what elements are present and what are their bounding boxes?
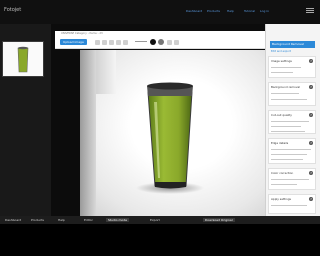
nav-login[interactable]: Log in — [260, 9, 269, 13]
option-row[interactable] — [271, 205, 307, 206]
undo-icon[interactable] — [167, 40, 172, 45]
option-row[interactable] — [271, 154, 307, 155]
cup-illustration — [136, 82, 204, 194]
zoom-icon[interactable] — [95, 40, 100, 45]
nav-dashboard[interactable]: Dashboard — [186, 9, 202, 13]
download-original-button[interactable]: Download Original — [203, 218, 235, 222]
bottom-tab-products[interactable]: Products — [31, 218, 44, 222]
option-row[interactable] — [271, 67, 301, 68]
thumbnail-cup-icon — [17, 46, 29, 73]
section-image-settings: Image settings ? — [268, 56, 316, 78]
upload-button[interactable]: Upload image — [60, 39, 87, 45]
footer-area — [0, 224, 320, 256]
section-title: Background removal — [271, 85, 300, 89]
option-row[interactable] — [271, 72, 293, 73]
top-bar: Fotojet Dashboard Products Help Tutorial… — [0, 0, 320, 24]
eraser-icon[interactable] — [116, 40, 121, 45]
brush-size-slider[interactable] — [135, 41, 147, 42]
help-icon[interactable]: ? — [309, 85, 313, 89]
section-title: Image settings — [271, 59, 292, 63]
help-icon[interactable]: ? — [309, 197, 313, 201]
section-title: Apply settings — [271, 197, 291, 201]
editor-toolbar: UNIVERSE Category › Items › 23 Upload im… — [55, 31, 265, 49]
section-title: Edge details — [271, 141, 289, 145]
help-icon[interactable]: ? — [309, 171, 313, 175]
section-color-correction: Color correction ? — [268, 168, 316, 190]
option-row[interactable] — [271, 184, 297, 185]
section-edge-details: Edge details ? — [268, 138, 316, 164]
menu-icon[interactable] — [306, 8, 314, 9]
move-icon[interactable] — [102, 40, 107, 45]
bottom-tab-export[interactable]: Export — [150, 218, 160, 222]
option-row[interactable] — [271, 179, 309, 180]
option-row[interactable] — [271, 126, 301, 127]
brush-icon[interactable] — [109, 40, 114, 45]
color-swatch-gray[interactable] — [158, 39, 164, 45]
section-cut-out-quality: Cut-out quality ? — [268, 110, 316, 134]
lasso-icon[interactable] — [123, 40, 128, 45]
image-canvas[interactable] — [80, 50, 265, 216]
thumbnail-image[interactable] — [2, 41, 44, 77]
panel-subtitle: Edit and export — [271, 50, 291, 53]
option-row[interactable] — [271, 149, 311, 150]
app-logo: Fotojet — [4, 7, 22, 13]
bottom-bar: Dashboard Products Help Editor Studio mo… — [0, 216, 320, 224]
nav-help[interactable]: Help — [227, 9, 234, 13]
nav-tutorial[interactable]: Tutorial — [244, 9, 255, 13]
section-apply-settings: Apply settings ? — [268, 194, 316, 214]
option-row[interactable] — [271, 159, 303, 160]
option-row[interactable] — [271, 131, 305, 132]
option-row[interactable] — [271, 121, 309, 122]
bottom-tab-dashboard[interactable]: Dashboard — [5, 218, 21, 222]
bottom-tab-help[interactable]: Help — [58, 218, 65, 222]
bottom-tab-editor[interactable]: Editor — [84, 218, 93, 222]
color-swatch-black[interactable] — [150, 39, 156, 45]
help-icon[interactable]: ? — [309, 113, 313, 117]
section-title: Color correction — [271, 171, 294, 175]
breadcrumb: UNIVERSE Category › Items › 23 — [61, 32, 103, 35]
option-row[interactable] — [271, 93, 299, 94]
section-background-removal: Background removal ? — [268, 82, 316, 106]
panel-header[interactable]: Background Removal — [270, 41, 315, 48]
option-row[interactable] — [271, 99, 307, 100]
help-icon[interactable]: ? — [309, 141, 313, 145]
help-icon[interactable]: ? — [309, 59, 313, 63]
bottom-tab-studio-mode[interactable]: Studio mode — [106, 218, 130, 222]
section-title: Cut-out quality — [271, 113, 292, 117]
nav-products[interactable]: Products — [207, 9, 220, 13]
redo-icon[interactable] — [174, 40, 179, 45]
